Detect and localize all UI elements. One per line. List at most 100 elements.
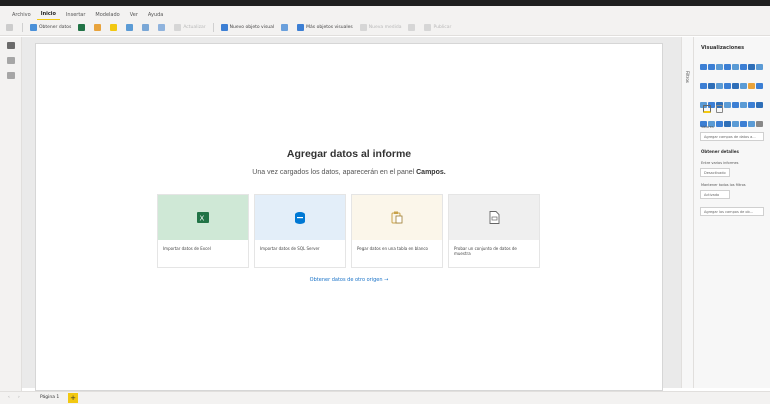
scatter-icon[interactable] xyxy=(740,83,747,89)
combo-chart-icon[interactable] xyxy=(708,83,715,89)
refresh-icon xyxy=(174,24,182,31)
excel-card[interactable]: X Importar datos de Excel xyxy=(157,194,249,268)
clustered-column-icon[interactable] xyxy=(724,64,731,70)
data-view-icon[interactable] xyxy=(7,57,15,64)
undo-button[interactable] xyxy=(6,24,15,31)
shield-icon xyxy=(408,24,416,31)
excel-card-banner: X xyxy=(158,195,248,240)
menu-insertar[interactable]: Insertar xyxy=(62,12,89,20)
new-visual-button[interactable]: Nuevo objeto visual xyxy=(220,24,275,31)
drillthrough-well[interactable]: Agregar los campos de ob... xyxy=(700,207,764,216)
dataverse-icon xyxy=(142,24,150,31)
kpi-icon[interactable] xyxy=(740,102,747,108)
prev-page-icon[interactable]: ‹ xyxy=(8,395,10,400)
excel-icon: X xyxy=(197,212,209,223)
menu-bar: Archivo Inicio Insertar Modelado Ver Ayu… xyxy=(0,6,770,20)
line-chart-icon[interactable] xyxy=(748,64,755,70)
more-visuals-icon[interactable] xyxy=(756,121,763,127)
excel-card-label: Importar datos de Excel xyxy=(163,246,211,251)
excel-button[interactable] xyxy=(78,24,87,31)
visualizations-pane: Visualizaciones Valores Agregar campos d… xyxy=(694,37,770,388)
decomposition-tree-icon[interactable] xyxy=(732,121,739,127)
sql-button[interactable] xyxy=(110,24,119,31)
values-well[interactable]: Agregar campos de datos a... xyxy=(700,132,764,141)
key-influencers-icon[interactable] xyxy=(724,121,731,127)
waterfall-icon[interactable] xyxy=(724,83,731,89)
filters-pane[interactable]: Filtros xyxy=(681,37,694,388)
dataverse-button[interactable] xyxy=(142,24,151,31)
report-canvas[interactable]: Agregar datos al informe Una vez cargado… xyxy=(35,43,663,391)
qa-icon[interactable] xyxy=(740,121,747,127)
recent-icon xyxy=(158,24,166,31)
textbox-button[interactable] xyxy=(281,24,290,31)
python-visual-icon[interactable] xyxy=(716,121,723,127)
get-data-button[interactable]: Obtener datos xyxy=(30,24,71,31)
area-chart-icon[interactable] xyxy=(756,64,763,70)
subtitle-text: Una vez cargados los datos, aparecerán e… xyxy=(252,169,417,176)
add-data-subtitle: Una vez cargados los datos, aparecerán e… xyxy=(36,169,662,176)
undo-icon xyxy=(6,24,13,31)
other-source-link[interactable]: Obtener datos de otro origen → xyxy=(36,277,662,283)
new-visual-label: Nuevo objeto visual xyxy=(229,25,275,30)
format-tab-icon[interactable] xyxy=(716,105,723,113)
visuals-icon xyxy=(297,24,305,31)
recent-sources-button[interactable] xyxy=(158,24,167,31)
ribbon-chart-icon[interactable] xyxy=(716,83,723,89)
cross-report-toggle[interactable]: Desactivado xyxy=(700,168,730,177)
sample-card[interactable]: Probar un conjunto de datos de muestra xyxy=(448,194,540,268)
new-measure-button[interactable]: Nueva medida xyxy=(359,24,402,31)
clustered-bar-icon[interactable] xyxy=(716,64,723,70)
publish-icon xyxy=(424,24,432,31)
table-visual-icon[interactable] xyxy=(756,102,763,108)
add-page-button[interactable]: + xyxy=(68,393,78,403)
database-icon xyxy=(30,24,37,31)
card-visual-icon[interactable] xyxy=(732,102,739,108)
refresh-button[interactable]: Actualizar xyxy=(174,24,206,31)
next-page-icon[interactable]: › xyxy=(18,395,20,400)
menu-archivo[interactable]: Archivo xyxy=(8,12,35,20)
model-view-icon[interactable] xyxy=(7,72,15,79)
get-data-label: Obtener datos xyxy=(39,25,72,30)
sensitivity-button[interactable] xyxy=(408,24,417,31)
new-measure-label: Nueva medida xyxy=(368,25,402,30)
publish-label: Publicar xyxy=(433,25,452,30)
sql-card-label: Importar datos de SQL Server xyxy=(260,246,320,251)
menu-modelado[interactable]: Modelado xyxy=(91,12,123,20)
stacked-column-icon[interactable] xyxy=(708,64,715,70)
filters-label: Filtros xyxy=(685,71,690,83)
enter-data-button[interactable] xyxy=(126,24,135,31)
svg-text:X: X xyxy=(200,215,205,223)
publish-button[interactable]: Publicar xyxy=(424,24,451,31)
pie-icon[interactable] xyxy=(748,83,755,89)
donut-icon[interactable] xyxy=(756,83,763,89)
fields-tab-icon[interactable] xyxy=(703,105,711,113)
narrative-icon[interactable] xyxy=(748,121,755,127)
more-visuals-button[interactable]: Más objetos visuales xyxy=(297,24,353,31)
slicer-icon[interactable] xyxy=(748,102,755,108)
keep-filters-toggle[interactable]: Activado xyxy=(700,190,730,199)
menu-ver[interactable]: Ver xyxy=(126,12,142,20)
stacked-bar-icon[interactable] xyxy=(700,64,707,70)
page-tab-1[interactable]: Página 1 xyxy=(40,395,59,400)
gauge-icon[interactable] xyxy=(724,102,731,108)
report-view-icon[interactable] xyxy=(7,42,15,49)
sql-icon xyxy=(295,211,305,224)
menu-ayuda[interactable]: Ayuda xyxy=(144,12,167,20)
visual-gallery xyxy=(700,57,764,133)
menu-inicio[interactable]: Inicio xyxy=(36,11,60,20)
hub-button[interactable] xyxy=(94,24,103,31)
refresh-label: Actualizar xyxy=(183,25,206,30)
add-data-title: Agregar datos al informe xyxy=(286,148,412,160)
ribbon-divider xyxy=(22,23,23,32)
sql-icon xyxy=(110,24,118,31)
paste-card[interactable]: Pegar datos en una tabla en blanco xyxy=(351,194,443,268)
hub-icon xyxy=(94,24,102,31)
document-icon xyxy=(489,211,499,224)
sql-card[interactable]: Importar datos de SQL Server xyxy=(254,194,346,268)
drillthrough-header: Obtener detalles xyxy=(701,149,739,154)
100-column-icon[interactable] xyxy=(740,64,747,70)
stacked-area-icon[interactable] xyxy=(700,83,707,89)
funnel-icon[interactable] xyxy=(732,83,739,89)
100-bar-icon[interactable] xyxy=(732,64,739,70)
more-visuals-label: Más objetos visuales xyxy=(306,25,353,30)
